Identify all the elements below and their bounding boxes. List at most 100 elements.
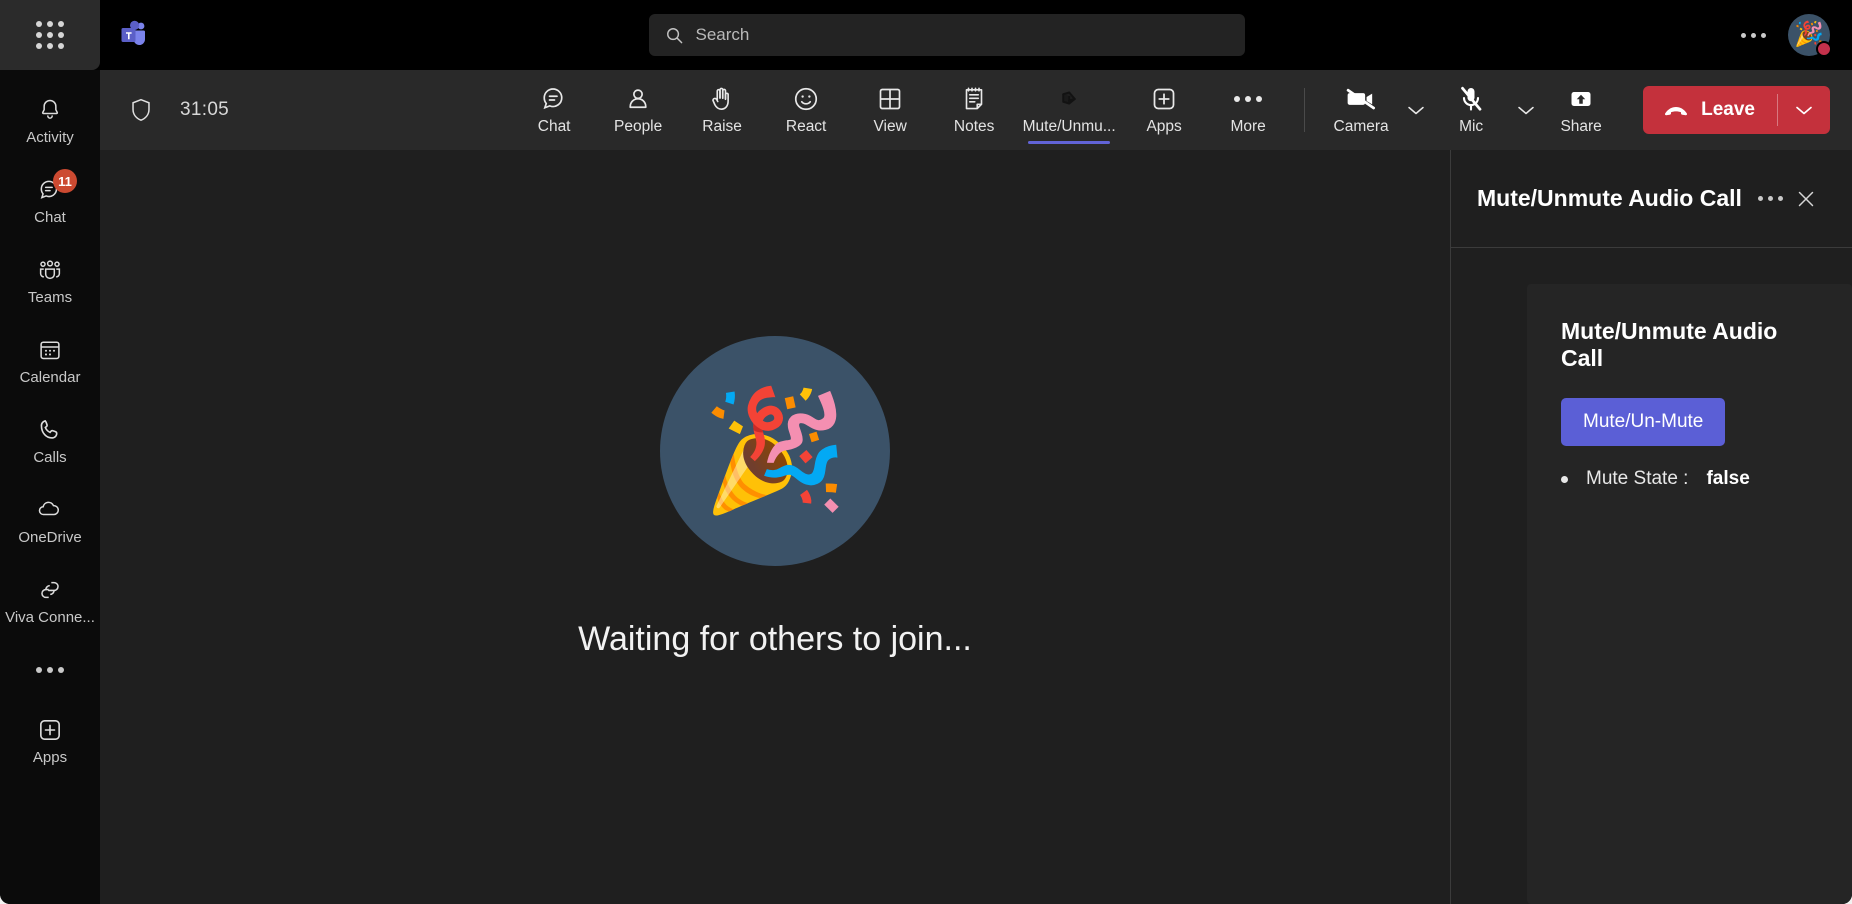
- hangup-phone-icon: [1663, 102, 1689, 118]
- leave-options-chevron[interactable]: [1778, 86, 1830, 134]
- sidebar-more-button[interactable]: [0, 640, 100, 700]
- share-screen-button[interactable]: Share: [1539, 70, 1623, 150]
- meeting-tool-label: View: [873, 118, 907, 136]
- search-area: Search: [152, 14, 1741, 56]
- sidebar-item-calendar[interactable]: Calendar: [0, 320, 100, 400]
- mute-unmute-button[interactable]: Mute/Un-Mute: [1561, 398, 1726, 446]
- left-nav-rail: Activity 11 Chat Teams Calendar Calls On…: [0, 70, 100, 904]
- camera-label: Camera: [1333, 118, 1389, 136]
- meeting-timer: 31:05: [180, 99, 230, 120]
- meeting-tool-raise[interactable]: Raise: [680, 70, 764, 150]
- mute-state-list: Mute State : false: [1561, 468, 1822, 490]
- list-item: Mute State : false: [1561, 468, 1822, 490]
- search-input[interactable]: Search: [648, 14, 1245, 56]
- sidebar-item-calls[interactable]: Calls: [0, 400, 100, 480]
- sidebar-item-chat[interactable]: 11 Chat: [0, 160, 100, 240]
- search-placeholder: Search: [695, 25, 750, 44]
- meeting-tool-label: Notes: [953, 118, 995, 136]
- sidebar-item-label: Chat: [34, 209, 66, 226]
- sidebar-item-label: Activity: [26, 129, 74, 146]
- sidebar-item-onedrive[interactable]: OneDrive: [0, 480, 100, 560]
- meeting-device-controls: Camera Mic Share Leave: [1319, 70, 1852, 150]
- camera-toggle-button[interactable]: Camera: [1319, 70, 1403, 150]
- panel-close-button[interactable]: [1788, 181, 1824, 217]
- chat-unread-badge: 11: [53, 169, 77, 193]
- sidebar-item-label: Calls: [33, 449, 67, 466]
- waiting-message: Waiting for others to join...: [578, 619, 972, 658]
- toolbar-divider: [1304, 88, 1306, 132]
- side-panel-body: Mute/Unmute Audio Call Mute/Un-Mute Mute…: [1451, 248, 1852, 904]
- leave-main-action[interactable]: Leave: [1643, 86, 1777, 134]
- sidebar-item-label: Teams: [27, 289, 73, 306]
- meeting-tool-notes[interactable]: Notes: [932, 70, 1016, 150]
- meeting-tool-apps[interactable]: Apps: [1122, 70, 1206, 150]
- calendar-icon: [35, 335, 65, 365]
- party-popper-icon: 🎉: [701, 384, 849, 517]
- meeting-tool-view[interactable]: View: [848, 70, 932, 150]
- mic-control-group: Mic: [1429, 70, 1539, 150]
- title-bar: Search 🎉: [0, 0, 1852, 70]
- camera-options-chevron[interactable]: [1403, 70, 1429, 150]
- meeting-tool-react[interactable]: React: [764, 70, 848, 150]
- share-label: Share: [1560, 118, 1602, 136]
- leave-label: Leave: [1701, 99, 1755, 120]
- sidebar-item-label: Apps: [32, 749, 68, 766]
- meeting-status-group: 31:05: [100, 96, 512, 124]
- meeting-tool-label: React: [785, 118, 827, 136]
- page-title: Mute/Unmute Audio Call: [1477, 185, 1742, 211]
- meeting-tool-chat[interactable]: Chat: [512, 70, 596, 150]
- mute-state-label: Mute State :: [1586, 468, 1689, 489]
- sidebar-item-activity[interactable]: Activity: [0, 80, 100, 160]
- meeting-tool-people[interactable]: People: [596, 70, 680, 150]
- sidebar-item-label: Viva Conne...: [5, 609, 95, 626]
- mute-unmute-app-card: Mute/Unmute Audio Call Mute/Un-Mute Mute…: [1527, 284, 1852, 904]
- meeting-stage: 🎉 Waiting for others to join...: [100, 150, 1450, 904]
- mic-options-chevron[interactable]: [1513, 70, 1539, 150]
- meeting-tool-label: Chat: [537, 118, 571, 136]
- sidebar-item-teams[interactable]: Teams: [0, 240, 100, 320]
- ellipsis-icon: [1757, 196, 1783, 201]
- waiting-state: 🎉 Waiting for others to join...: [578, 335, 972, 659]
- active-tab-indicator: [1028, 140, 1111, 144]
- meeting-tools-group: Chat People Raise React View Notes Mute/…: [512, 70, 1319, 150]
- people-team-icon: [35, 255, 65, 285]
- meeting-tool-more[interactable]: More: [1206, 70, 1290, 150]
- app-launcher-button[interactable]: [0, 0, 100, 70]
- meeting-tool-label: People: [613, 118, 663, 136]
- search-icon: [665, 26, 684, 45]
- sidebar-item-label: Calendar: [19, 369, 81, 386]
- mic-toggle-button[interactable]: Mic: [1429, 70, 1513, 150]
- ellipsis-icon[interactable]: [1741, 32, 1766, 38]
- teams-app-window: Search 🎉 Activity 11 Chat Teams Calendar…: [0, 0, 1852, 904]
- meeting-tool-label: Mute/Unmu...: [1022, 118, 1116, 136]
- card-title: Mute/Unmute Audio Call: [1561, 318, 1778, 371]
- sidebar-item-apps[interactable]: Apps: [0, 700, 100, 780]
- status-badge: [1816, 41, 1832, 57]
- chat-bubble-icon: 11: [35, 169, 77, 205]
- sidebar-item-viva-connections[interactable]: Viva Conne...: [0, 560, 100, 640]
- ellipsis-icon: [36, 667, 64, 673]
- meeting-tool-mute-unmute[interactable]: Mute/Unmu...: [1016, 70, 1122, 150]
- side-panel-header: Mute/Unmute Audio Call: [1451, 150, 1852, 248]
- side-panel: Mute/Unmute Audio Call Mute/Unmute Audio…: [1450, 150, 1852, 904]
- phone-icon: [35, 415, 65, 445]
- list-bullet: [1561, 475, 1568, 483]
- mic-label: Mic: [1459, 118, 1484, 136]
- avatar[interactable]: 🎉: [1788, 14, 1832, 57]
- meeting-toolbar: 31:05 Chat People Raise React View Notes…: [100, 70, 1852, 150]
- meeting-tool-label: Raise: [702, 118, 742, 136]
- sidebar-item-label: OneDrive: [18, 529, 82, 546]
- meeting-tool-label: More: [1230, 118, 1266, 136]
- shield-icon[interactable]: [128, 96, 154, 124]
- camera-control-group: Camera: [1319, 70, 1429, 150]
- plus-square-icon: [35, 715, 65, 745]
- meeting-tool-label: Apps: [1146, 118, 1182, 136]
- leave-button[interactable]: Leave: [1643, 86, 1830, 134]
- grid-waffle-icon: [36, 21, 64, 49]
- cloud-icon: [35, 495, 65, 525]
- waiting-avatar: 🎉: [659, 335, 890, 566]
- panel-more-button[interactable]: [1752, 181, 1788, 217]
- mute-state-value: false: [1706, 468, 1750, 489]
- titlebar-right-controls: 🎉: [1741, 14, 1852, 57]
- viva-connections-icon: [35, 575, 65, 605]
